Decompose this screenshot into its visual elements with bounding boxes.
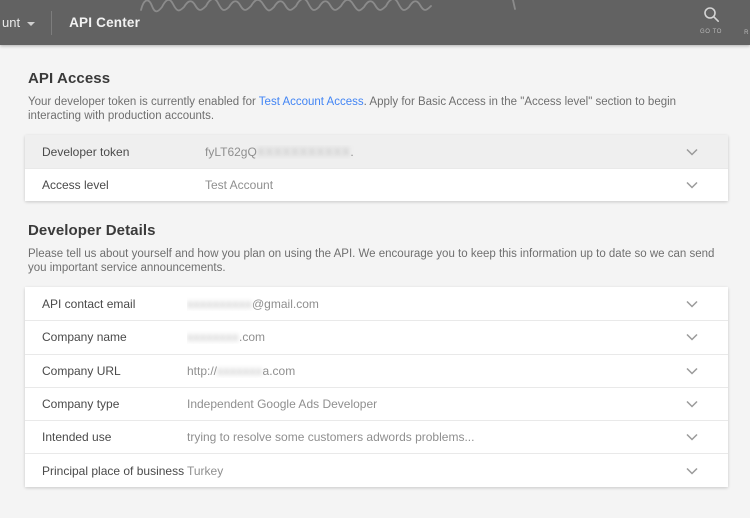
row-label: Company type	[42, 397, 120, 412]
table-row-intended-use[interactable]: Intended use trying to resolve some cust…	[25, 420, 728, 454]
row-label: Company name	[42, 330, 127, 345]
developer-details-heading: Developer Details	[28, 222, 156, 239]
value-text: @gmail.com	[252, 296, 319, 311]
chevron-down-icon[interactable]	[686, 433, 698, 441]
row-value: Turkey	[187, 464, 686, 478]
row-value: http://xxxxxxxa.com	[187, 364, 686, 378]
value-text: trying to resolve some customers adwords…	[187, 430, 475, 445]
go-to-search-button[interactable]: GO TO	[688, 6, 734, 35]
row-value: fyLT62gQXXXXXXXXXXX.	[205, 145, 686, 159]
value-text: http://	[187, 363, 218, 378]
chevron-down-icon[interactable]	[686, 333, 698, 341]
redacted-value: XXXXXXXXXXX	[256, 144, 351, 159]
developer-details-table: API contact email xxxxxxxxxx@gmail.com C…	[25, 287, 728, 487]
description-text: Your developer token is currently enable…	[28, 96, 259, 108]
value-text: Independent Google Ads Developer	[187, 397, 378, 412]
redacted-value: xxxxxxx	[217, 363, 263, 378]
row-label: Developer token	[42, 144, 130, 159]
value-text: .com	[239, 330, 266, 345]
main-content: API Access Your developer token is curre…	[0, 45, 750, 487]
value-text: .	[350, 144, 354, 159]
value-text: Test Account	[205, 178, 274, 192]
table-row-developer-token[interactable]: Developer token fyLT62gQXXXXXXXXXXX.	[25, 135, 728, 168]
api-center-page: unt API Center GO TO R API Access Your d…	[0, 0, 750, 518]
table-row-access-level[interactable]: Access level Test Account	[25, 168, 728, 201]
chevron-down-icon[interactable]	[686, 300, 698, 308]
row-value: xxxxxxxx.com	[187, 330, 686, 344]
developer-details-description: Please tell us about yourself and how yo…	[28, 248, 715, 274]
value-text: Turkey	[187, 463, 224, 478]
api-access-table: Developer token fyLT62gQXXXXXXXXXXX. Acc…	[25, 135, 728, 201]
topbar-divider	[51, 10, 53, 35]
row-value: trying to resolve some customers adwords…	[187, 430, 686, 444]
value-text: a.com	[262, 363, 296, 378]
table-row-company-name[interactable]: Company name xxxxxxxx.com	[25, 320, 728, 354]
row-label: API contact email	[42, 296, 136, 311]
chevron-down-icon	[27, 21, 36, 26]
row-label: Intended use	[42, 430, 112, 445]
top-navigation-bar: unt API Center GO TO R	[0, 0, 750, 45]
page-title: API Center	[69, 15, 141, 30]
go-to-label: GO TO	[699, 29, 723, 35]
row-label: Principal place of business	[42, 463, 185, 478]
chevron-down-icon[interactable]	[686, 181, 698, 189]
chevron-down-icon[interactable]	[686, 400, 698, 408]
reports-label-truncated: R	[744, 30, 749, 36]
chevron-down-icon[interactable]	[686, 367, 698, 375]
redacted-value: xxxxxxxxxx	[187, 296, 252, 311]
row-value: Independent Google Ads Developer	[187, 397, 686, 411]
account-selector-dropdown[interactable]: unt	[2, 15, 36, 30]
row-label: Company URL	[42, 363, 121, 378]
handwritten-scribble-decoration	[140, 0, 516, 13]
table-row-principal-place-of-business[interactable]: Principal place of business Turkey	[25, 453, 728, 487]
redacted-value: xxxxxxxx	[187, 330, 239, 345]
search-icon	[703, 7, 719, 22]
row-value: xxxxxxxxxx@gmail.com	[187, 297, 686, 311]
test-account-access-link[interactable]: Test Account Access	[259, 96, 364, 108]
chevron-down-icon[interactable]	[686, 148, 698, 156]
row-value: Test Account	[205, 178, 686, 192]
row-label: Access level	[42, 178, 109, 192]
api-access-heading: API Access	[28, 70, 111, 87]
chevron-down-icon[interactable]	[686, 467, 698, 475]
table-row-company-url[interactable]: Company URL http://xxxxxxxa.com	[25, 353, 728, 387]
table-row-api-contact-email[interactable]: API contact email xxxxxxxxxx@gmail.com	[25, 287, 728, 321]
api-access-description: Your developer token is currently enable…	[28, 96, 722, 123]
value-text: fyLT62gQ	[205, 144, 257, 159]
table-row-company-type[interactable]: Company type Independent Google Ads Deve…	[25, 386, 728, 421]
account-name-truncated: unt	[2, 15, 21, 30]
